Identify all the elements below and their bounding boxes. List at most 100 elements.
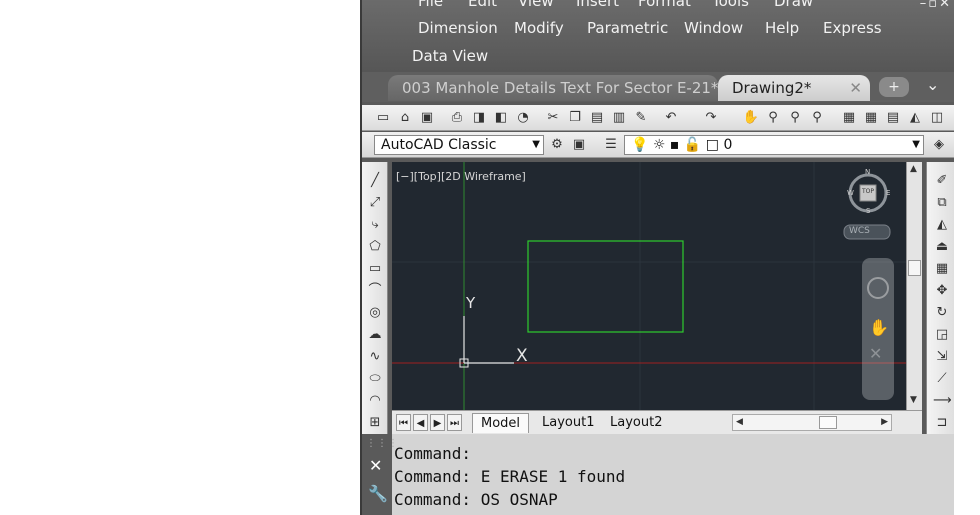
- print-icon[interactable]: ⎙: [448, 109, 466, 127]
- polygon-icon[interactable]: ⬠: [366, 238, 384, 256]
- wcs-label[interactable]: WCS: [849, 226, 870, 236]
- erase-icon[interactable]: ✐: [933, 172, 951, 190]
- design-center-icon[interactable]: ▦: [862, 109, 880, 127]
- scroll-up-icon[interactable]: ▲: [910, 164, 917, 174]
- last-layout-icon[interactable]: ⏭: [447, 414, 462, 431]
- chevron-down-icon[interactable]: ⌄: [926, 75, 939, 94]
- zoom-extents-icon[interactable]: ✕: [869, 344, 882, 363]
- spline-icon[interactable]: ∿: [366, 348, 384, 366]
- match-properties-icon[interactable]: ▥: [610, 109, 628, 127]
- revision-cloud-icon[interactable]: ☁: [366, 326, 384, 344]
- tab-layout1[interactable]: Layout1: [534, 413, 602, 433]
- undo-icon[interactable]: ↶: [662, 109, 680, 127]
- scroll-right-icon[interactable]: ▶: [881, 415, 888, 430]
- menu-tools[interactable]: Tools: [712, 0, 749, 10]
- tab-layout2[interactable]: Layout2: [602, 413, 670, 433]
- new-icon[interactable]: ▭: [374, 109, 392, 127]
- menu-format[interactable]: Format: [638, 0, 691, 10]
- insert-block-icon[interactable]: ⊞: [366, 414, 384, 432]
- menu-view[interactable]: View: [518, 0, 554, 10]
- menu-window[interactable]: Window: [684, 19, 743, 37]
- vertical-scrollbar[interactable]: ▲ ▼: [906, 162, 922, 410]
- line-icon[interactable]: ╱: [366, 172, 384, 190]
- viewport-controls-label[interactable]: [−][Top][2D Wireframe]: [396, 170, 526, 183]
- offset-icon[interactable]: ⏏: [933, 238, 951, 256]
- tool-palettes-icon[interactable]: ▤: [884, 109, 902, 127]
- drawing-canvas[interactable]: [−][Top][2D Wireframe] Y X TOP N S E W W…: [392, 162, 906, 410]
- print-preview-icon[interactable]: ◨: [470, 109, 488, 127]
- modify-toolbar: ✐ ⧉ ◭ ⏏ ▦ ✥ ↻ ◲ ⇲ ⟋ ⟶ ⊐: [926, 162, 954, 434]
- trim-icon[interactable]: ⟋: [933, 370, 951, 388]
- array-icon[interactable]: ▦: [933, 260, 951, 278]
- menu-help[interactable]: Help: [765, 19, 799, 37]
- make-current-layer-icon[interactable]: ◈: [930, 136, 948, 154]
- copy-icon[interactable]: ❐: [566, 109, 584, 127]
- menu-express[interactable]: Express: [823, 19, 882, 37]
- properties-icon[interactable]: ▦: [840, 109, 858, 127]
- tab-manhole-details[interactable]: 003 Manhole Details Text For Sector E-21…: [388, 75, 718, 101]
- window-controls[interactable]: –▫✕: [920, 0, 952, 11]
- circle-icon[interactable]: ◎: [366, 304, 384, 322]
- menu-dimension[interactable]: Dimension: [418, 19, 498, 37]
- stretch-icon[interactable]: ⇲: [933, 348, 951, 366]
- save-icon[interactable]: ▣: [418, 109, 436, 127]
- scroll-thumb[interactable]: [908, 260, 921, 276]
- mirror-icon[interactable]: ◭: [933, 216, 951, 234]
- construction-line-icon[interactable]: ⤢: [366, 194, 384, 212]
- layer-properties-icon[interactable]: ☰: [602, 136, 620, 154]
- menu-parametric[interactable]: Parametric: [587, 19, 668, 37]
- menu-draw[interactable]: Draw: [774, 0, 813, 10]
- first-layout-icon[interactable]: ⏮: [396, 414, 411, 431]
- break-icon[interactable]: ⊐: [933, 414, 951, 432]
- pan-hand-icon[interactable]: ✋: [869, 318, 889, 337]
- layer-value: 0: [723, 137, 733, 153]
- wrench-icon[interactable]: 🔧: [368, 484, 388, 503]
- menu-edit[interactable]: Edit: [468, 0, 497, 10]
- redo-icon[interactable]: ↷: [702, 109, 720, 127]
- viewcube-face-label[interactable]: TOP: [862, 188, 874, 195]
- polyline-icon[interactable]: ⤷: [366, 216, 384, 234]
- rectangle-icon[interactable]: ▭: [366, 260, 384, 278]
- scale-icon[interactable]: ◲: [933, 326, 951, 344]
- tab-model[interactable]: Model: [472, 413, 530, 433]
- next-layout-icon[interactable]: ▶: [430, 414, 445, 431]
- paste-icon[interactable]: ▤: [588, 109, 606, 127]
- command-line-handle[interactable]: ⋮⋮⋮ ✕ 🔧: [362, 434, 398, 515]
- pan-icon[interactable]: ✋: [742, 109, 760, 127]
- menu-insert[interactable]: Insert: [576, 0, 619, 10]
- previous-layout-icon[interactable]: ◀: [413, 414, 428, 431]
- zoom-previous-icon[interactable]: ⚲: [808, 109, 826, 127]
- markup-icon[interactable]: ◫: [928, 109, 946, 127]
- scroll-left-icon[interactable]: ◀: [736, 415, 743, 430]
- cut-icon[interactable]: ✂: [544, 109, 562, 127]
- workspace-settings-icon[interactable]: ▣: [570, 136, 588, 154]
- horizontal-scrollbar[interactable]: ◀ ▶: [732, 414, 892, 431]
- workspace-dropdown[interactable]: AutoCAD Classic ▼: [374, 135, 544, 155]
- zoom-realtime-icon[interactable]: ⚲: [764, 109, 782, 127]
- zoom-window-icon[interactable]: ⚲: [786, 109, 804, 127]
- scroll-thumb[interactable]: [819, 416, 837, 429]
- close-icon[interactable]: ✕: [369, 456, 382, 475]
- copy-object-icon[interactable]: ⧉: [933, 194, 951, 212]
- arc-icon[interactable]: ⌒: [366, 282, 384, 300]
- menu-modify[interactable]: Modify: [514, 19, 564, 37]
- scroll-down-icon[interactable]: ▼: [910, 395, 917, 405]
- sheet-set-icon[interactable]: ◭: [906, 109, 924, 127]
- 3d-print-icon[interactable]: ◔: [514, 109, 532, 127]
- menu-data-view[interactable]: Data View: [412, 47, 488, 65]
- extend-icon[interactable]: ⟶: [933, 392, 952, 410]
- close-icon[interactable]: ✕: [849, 75, 862, 101]
- move-icon[interactable]: ✥: [933, 282, 951, 300]
- gear-icon[interactable]: ⚙: [548, 136, 566, 154]
- rotate-icon[interactable]: ↻: [933, 304, 951, 322]
- ellipse-icon[interactable]: ⬭: [366, 370, 384, 388]
- menu-file[interactable]: File: [418, 0, 443, 10]
- publish-icon[interactable]: ◧: [492, 109, 510, 127]
- layer-dropdown[interactable]: 💡 ☼ ▪ 🔓 □ 0 ▼: [624, 135, 924, 155]
- open-icon[interactable]: ⌂: [396, 109, 414, 127]
- tab-drawing2[interactable]: Drawing2* ✕: [718, 75, 870, 101]
- new-tab-plus-icon[interactable]: +: [879, 77, 909, 97]
- workspace-value: AutoCAD Classic: [381, 137, 497, 153]
- block-editor-icon[interactable]: ✎: [632, 109, 650, 127]
- ellipse-arc-icon[interactable]: ◠: [366, 392, 384, 410]
